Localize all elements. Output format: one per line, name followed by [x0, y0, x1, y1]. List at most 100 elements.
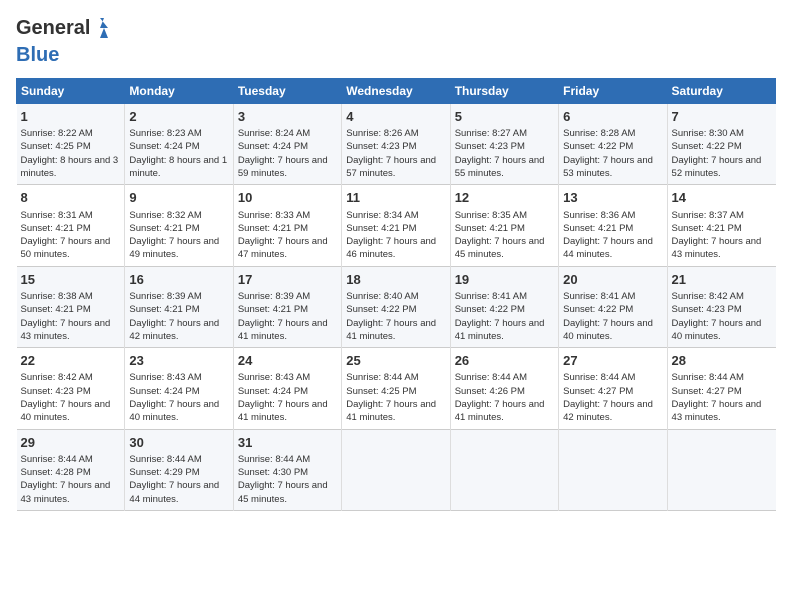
calendar-cell [559, 429, 667, 510]
day-number: 10 [238, 189, 337, 207]
calendar-cell [667, 429, 775, 510]
calendar-week-row: 22Sunrise: 8:42 AMSunset: 4:23 PM Dayligh… [17, 348, 776, 429]
daylight-text: Daylight: 7 hours and 41 minutes. [238, 398, 337, 425]
calendar-cell: 29Sunrise: 8:44 AMSunset: 4:28 PMDayligh… [17, 429, 125, 510]
sunrise-text: Sunrise: 8:30 AM [672, 127, 772, 140]
day-number: 23 [129, 352, 228, 370]
col-header-tuesday: Tuesday [233, 79, 341, 104]
calendar-cell: 26Sunrise: 8:44 AMSunset: 4:26 PMDayligh… [450, 348, 558, 429]
sunrise-text: Sunrise: 8:44 AM [672, 371, 772, 384]
calendar-cell [342, 429, 450, 510]
sunset-text: Sunset: 4:24 PM [238, 385, 337, 398]
calendar-cell: 17Sunrise: 8:39 AMSunset: 4:21 PMDayligh… [233, 266, 341, 347]
calendar-cell: 12Sunrise: 8:35 AMSunset: 4:21 PMDayligh… [450, 185, 558, 266]
day-number: 29 [21, 434, 121, 452]
daylight-text: Daylight: 7 hours and 43 minutes. [672, 398, 772, 425]
calendar-cell: 5Sunrise: 8:27 AMSunset: 4:23 PMDaylight… [450, 104, 558, 185]
calendar-cell: 3Sunrise: 8:24 AMSunset: 4:24 PMDaylight… [233, 104, 341, 185]
logo-blue-text: Blue [16, 44, 59, 66]
calendar-cell: 4Sunrise: 8:26 AMSunset: 4:23 PMDaylight… [342, 104, 450, 185]
calendar-cell: 24Sunrise: 8:43 AMSunset: 4:24 PMDayligh… [233, 348, 341, 429]
col-header-sunday: Sunday [17, 79, 125, 104]
daylight-text: Daylight: 7 hours and 49 minutes. [129, 235, 228, 262]
calendar-cell: 22Sunrise: 8:42 AMSunset: 4:23 PMDayligh… [17, 348, 125, 429]
calendar-week-row: 29Sunrise: 8:44 AMSunset: 4:28 PMDayligh… [17, 429, 776, 510]
daylight-text: Daylight: 7 hours and 47 minutes. [238, 235, 337, 262]
day-number: 31 [238, 434, 337, 452]
daylight-text: Daylight: 7 hours and 46 minutes. [346, 235, 445, 262]
day-number: 1 [21, 108, 121, 126]
day-number: 5 [455, 108, 554, 126]
col-header-thursday: Thursday [450, 79, 558, 104]
day-number: 4 [346, 108, 445, 126]
daylight-text: Daylight: 7 hours and 41 minutes. [346, 398, 445, 425]
sunset-text: Sunset: 4:27 PM [672, 385, 772, 398]
sunset-text: Sunset: 4:21 PM [346, 222, 445, 235]
sunrise-text: Sunrise: 8:34 AM [346, 209, 445, 222]
calendar-cell: 15Sunrise: 8:38 AMSunset: 4:21 PMDayligh… [17, 266, 125, 347]
logo-general-text: General [16, 17, 90, 39]
page-header: General Blue [16, 16, 776, 66]
col-header-saturday: Saturday [667, 79, 775, 104]
calendar-cell: 16Sunrise: 8:39 AMSunset: 4:21 PMDayligh… [125, 266, 233, 347]
day-number: 24 [238, 352, 337, 370]
daylight-text: Daylight: 7 hours and 40 minutes. [563, 317, 662, 344]
day-number: 17 [238, 271, 337, 289]
daylight-text: Daylight: 7 hours and 43 minutes. [21, 317, 121, 344]
day-number: 30 [129, 434, 228, 452]
sunrise-text: Sunrise: 8:24 AM [238, 127, 337, 140]
sunset-text: Sunset: 4:30 PM [238, 466, 337, 479]
sunset-text: Sunset: 4:21 PM [129, 222, 228, 235]
sunset-text: Sunset: 4:22 PM [346, 303, 445, 316]
calendar-cell: 21Sunrise: 8:42 AMSunset: 4:23 PMDayligh… [667, 266, 775, 347]
sunset-text: Sunset: 4:21 PM [672, 222, 772, 235]
sunrise-text: Sunrise: 8:26 AM [346, 127, 445, 140]
sunset-text: Sunset: 4:21 PM [563, 222, 662, 235]
calendar-cell: 20Sunrise: 8:41 AMSunset: 4:22 PMDayligh… [559, 266, 667, 347]
col-header-wednesday: Wednesday [342, 79, 450, 104]
daylight-text: Daylight: 7 hours and 43 minutes. [21, 479, 121, 506]
daylight-text: Daylight: 7 hours and 40 minutes. [129, 398, 228, 425]
sunset-text: Sunset: 4:21 PM [455, 222, 554, 235]
sunset-text: Sunset: 4:21 PM [21, 222, 121, 235]
sunrise-text: Sunrise: 8:43 AM [238, 371, 337, 384]
calendar-cell: 1Sunrise: 8:22 AMSunset: 4:25 PMDaylight… [17, 104, 125, 185]
calendar-cell: 30Sunrise: 8:44 AMSunset: 4:29 PMDayligh… [125, 429, 233, 510]
daylight-text: Daylight: 7 hours and 55 minutes. [455, 154, 554, 181]
sunset-text: Sunset: 4:22 PM [563, 303, 662, 316]
daylight-text: Daylight: 7 hours and 42 minutes. [129, 317, 228, 344]
sunset-text: Sunset: 4:24 PM [129, 385, 228, 398]
sunset-text: Sunset: 4:23 PM [21, 385, 121, 398]
day-number: 13 [563, 189, 662, 207]
sunrise-text: Sunrise: 8:42 AM [21, 371, 121, 384]
sunrise-text: Sunrise: 8:23 AM [129, 127, 228, 140]
calendar-cell: 11Sunrise: 8:34 AMSunset: 4:21 PMDayligh… [342, 185, 450, 266]
sunrise-text: Sunrise: 8:36 AM [563, 209, 662, 222]
calendar-cell: 19Sunrise: 8:41 AMSunset: 4:22 PMDayligh… [450, 266, 558, 347]
sunrise-text: Sunrise: 8:22 AM [21, 127, 121, 140]
calendar-table: SundayMondayTuesdayWednesdayThursdayFrid… [16, 78, 776, 511]
day-number: 8 [21, 189, 121, 207]
daylight-text: Daylight: 7 hours and 44 minutes. [563, 235, 662, 262]
sunrise-text: Sunrise: 8:43 AM [129, 371, 228, 384]
daylight-text: Daylight: 7 hours and 57 minutes. [346, 154, 445, 181]
sunrise-text: Sunrise: 8:41 AM [455, 290, 554, 303]
calendar-cell: 6Sunrise: 8:28 AMSunset: 4:22 PMDaylight… [559, 104, 667, 185]
sunset-text: Sunset: 4:21 PM [238, 303, 337, 316]
calendar-cell: 28Sunrise: 8:44 AMSunset: 4:27 PMDayligh… [667, 348, 775, 429]
daylight-text: Daylight: 7 hours and 43 minutes. [672, 235, 772, 262]
calendar-cell: 7Sunrise: 8:30 AMSunset: 4:22 PMDaylight… [667, 104, 775, 185]
day-number: 16 [129, 271, 228, 289]
day-number: 22 [21, 352, 121, 370]
daylight-text: Daylight: 7 hours and 42 minutes. [563, 398, 662, 425]
sunset-text: Sunset: 4:22 PM [672, 140, 772, 153]
calendar-cell: 10Sunrise: 8:33 AMSunset: 4:21 PMDayligh… [233, 185, 341, 266]
daylight-text: Daylight: 7 hours and 41 minutes. [455, 398, 554, 425]
logo-triangle-icon [90, 16, 110, 40]
sunset-text: Sunset: 4:24 PM [129, 140, 228, 153]
sunrise-text: Sunrise: 8:32 AM [129, 209, 228, 222]
daylight-text: Daylight: 7 hours and 41 minutes. [455, 317, 554, 344]
sunset-text: Sunset: 4:26 PM [455, 385, 554, 398]
sunrise-text: Sunrise: 8:40 AM [346, 290, 445, 303]
daylight-text: Daylight: 7 hours and 40 minutes. [672, 317, 772, 344]
